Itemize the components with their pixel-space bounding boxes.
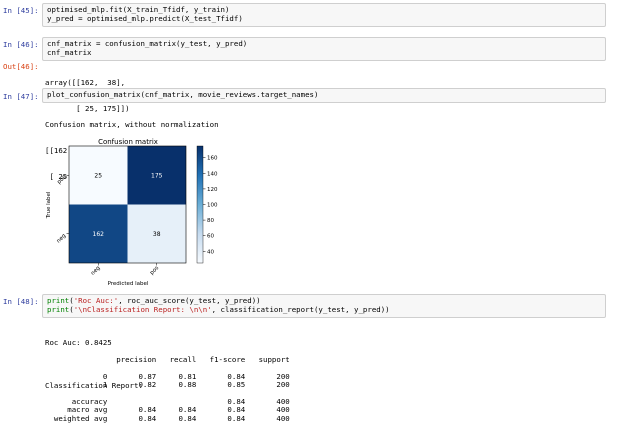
- code-cell-45[interactable]: optimised_mlp.fit(X_train_Tfidf, y_train…: [42, 3, 606, 27]
- y-tick-label: neg: [56, 233, 68, 245]
- in-prompt-48: In [48]:: [3, 297, 39, 306]
- colorbar-tick-label: 120: [207, 187, 218, 193]
- string-literal: '\nClassification Report: \n\n': [73, 304, 212, 314]
- x-tick-label: neg: [90, 265, 102, 277]
- code-cell-46[interactable]: cnf_matrix = confusion_matrix(y_test, y_…: [42, 37, 606, 61]
- colorbar-tick-label: 40: [207, 249, 214, 255]
- x-axis-label: Predicted label: [108, 281, 149, 287]
- code-line: cnf_matrix: [47, 47, 92, 57]
- in-prompt-47: In [47]:: [3, 92, 39, 101]
- code-line: cnf_matrix = confusion_matrix(y_test, y_…: [47, 39, 248, 48]
- in-prompt-46: In [46]:: [3, 40, 39, 49]
- heatmap-cell-value: 175: [151, 172, 163, 179]
- code-line: y_pred = optimised_mlp.predict(X_test_Tf…: [47, 13, 243, 23]
- y-axis-label: True label: [46, 191, 52, 219]
- colorbar-tick-label: 60: [207, 234, 214, 240]
- classification-report: precision recall f1-score support 0 0.87…: [45, 355, 290, 423]
- report-header: precision recall f1-score support: [45, 355, 290, 364]
- colorbar: [196, 145, 204, 264]
- x-tick-label: pos: [149, 265, 160, 276]
- code-token: , classification_report(y_test, y_pred)): [211, 304, 390, 314]
- builtin-print: print: [47, 304, 70, 314]
- heatmap-cell-value: 38: [153, 231, 161, 238]
- heatmap-cell-value: 162: [93, 231, 105, 238]
- code-line: plot_confusion_matrix(cnf_matrix, movie_…: [47, 90, 319, 99]
- colorbar-tick-label: 160: [207, 156, 218, 162]
- code-line: print('\nClassification Report: \n\n', c…: [47, 304, 601, 315]
- heatmap-cell-value: 25: [94, 172, 102, 179]
- colorbar-ticks: 40 60 80 100 120 140 160: [203, 156, 218, 255]
- output-line: array([[162, 38],: [45, 78, 126, 88]
- output-line: Roc Auc: 0.8425: [45, 338, 112, 348]
- colorbar-tick-label: 100: [207, 203, 218, 209]
- confusion-matrix-chart: Confusion matrix 25 175 162 38 neg pos pos neg…: [46, 138, 218, 287]
- heatmap-cells: 25 175 162 38: [69, 146, 186, 263]
- code-cell-48[interactable]: print('Roc Auc:', roc_auc_score(y_test, …: [42, 294, 606, 318]
- in-prompt-45: In [45]:: [3, 6, 39, 15]
- out-prompt-46: Out[46]:: [3, 62, 39, 71]
- output-line: Confusion matrix, without normalization: [45, 120, 219, 130]
- code-cell-47[interactable]: plot_confusion_matrix(cnf_matrix, movie_…: [42, 88, 606, 103]
- colorbar-tick-label: 80: [207, 218, 214, 224]
- colorbar-tick-label: 140: [207, 171, 218, 177]
- report-row: weighted avg 0.84 0.84 0.84 400: [45, 413, 290, 423]
- y-tick-label: pos: [56, 174, 67, 185]
- chart-title: Confusion matrix: [98, 138, 158, 146]
